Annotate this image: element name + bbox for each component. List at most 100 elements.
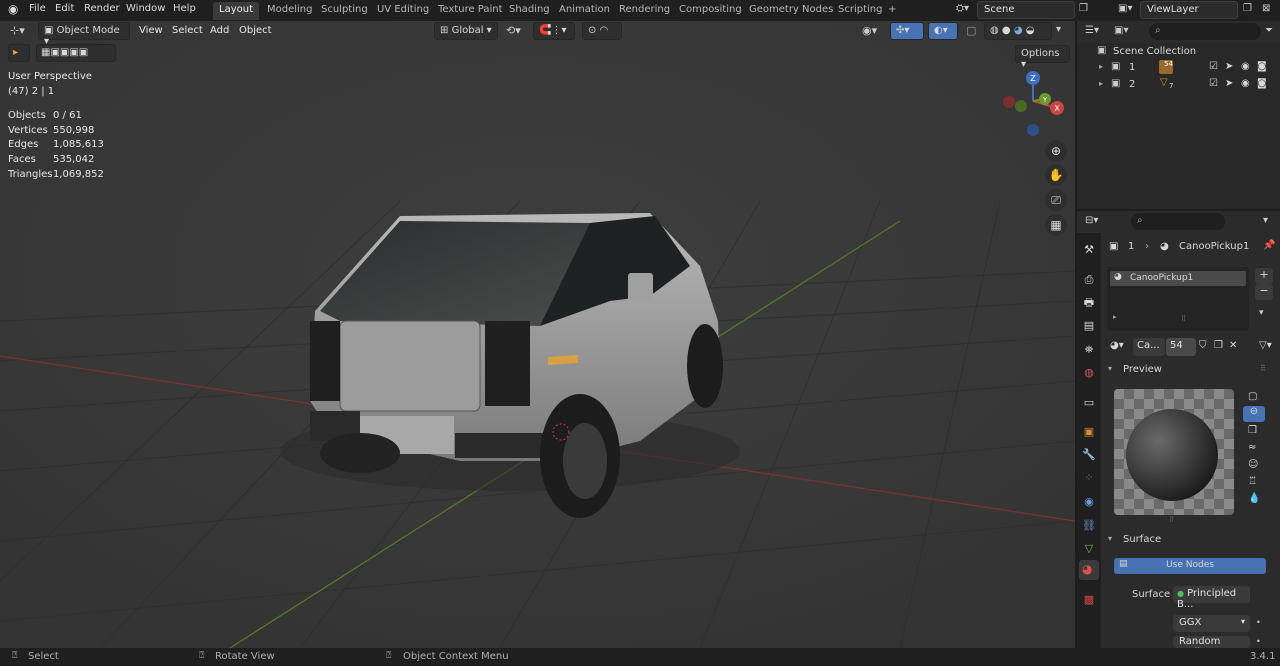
material-tab[interactable]: ◕	[1079, 560, 1099, 580]
expand-arrow-icon[interactable]: ▸	[1099, 62, 1103, 71]
tab-texture-paint[interactable]: Texture Paint	[432, 2, 509, 20]
view-layer-tab-icon[interactable]: ▤	[1082, 319, 1096, 333]
collection-tab-icon[interactable]: ▭	[1082, 396, 1096, 410]
scene-field[interactable]: Scene	[977, 1, 1075, 19]
subsurface-method-dropdown[interactable]: Random Walk	[1173, 636, 1250, 648]
menu-help[interactable]: Help	[173, 3, 196, 14]
editor-type-icon[interactable]: ⊹▾	[10, 24, 25, 37]
properties-dropdown-icon[interactable]: ▾	[1263, 215, 1268, 226]
socket-dot-icon[interactable]: •	[1256, 637, 1261, 646]
tab-modeling[interactable]: Modeling	[261, 2, 319, 20]
list-resize-handle[interactable]: ⠿	[1181, 315, 1186, 323]
select-arrow-icon[interactable]: ➤	[1225, 61, 1233, 72]
list-expand-icon[interactable]: ▸	[1113, 313, 1117, 321]
constraints-tab-icon[interactable]: ⛓	[1082, 519, 1096, 533]
tab-compositing[interactable]: Compositing	[673, 2, 748, 20]
menu-window[interactable]: Window	[126, 3, 165, 14]
menu-object[interactable]: Object	[239, 25, 272, 36]
user-count[interactable]: 54	[1166, 338, 1196, 356]
material-name-field[interactable]: Ca...	[1133, 338, 1165, 356]
navigation-gizmo[interactable]: Z X Y	[995, 66, 1070, 141]
mode-selector[interactable]: ▣ Object Mode ▾	[38, 22, 130, 47]
world-tab-icon[interactable]: ◍	[1082, 366, 1096, 380]
outliner-row[interactable]: ▸ ▣ 1 54 ☑ ➤ ◉ ◙	[1077, 60, 1280, 76]
use-nodes-button[interactable]: ▤ Use Nodes	[1114, 558, 1266, 574]
gizmo-toggle[interactable]: ✣▾	[890, 22, 924, 40]
checkbox-icon[interactable]: ☑	[1209, 78, 1218, 89]
shading-dropdown-icon[interactable]: ▾	[1056, 24, 1061, 35]
overlay-toggle[interactable]: ◐▾	[928, 22, 958, 40]
view-layer-field[interactable]: ViewLayer	[1140, 1, 1238, 19]
menu-select[interactable]: Select	[172, 25, 203, 36]
duplicate-material-icon[interactable]: ❐	[1214, 340, 1223, 351]
menu-render[interactable]: Render	[84, 3, 120, 14]
menu-add[interactable]: Add	[210, 25, 229, 36]
zoom-icon[interactable]: ⊕	[1045, 140, 1067, 162]
preview-sphere-icon[interactable]: ⊖	[1243, 406, 1265, 422]
perspective-grid-icon[interactable]: ▦	[1045, 214, 1067, 236]
visibility-icon[interactable]: ◉▾	[862, 24, 877, 37]
tab-geometry-nodes[interactable]: Geometry Nodes	[743, 2, 839, 20]
collapse-arrow-icon[interactable]: ▾	[1108, 364, 1112, 373]
display-mode-icon[interactable]: ▣▾	[1114, 25, 1128, 36]
tab-scripting[interactable]: Scripting	[832, 2, 888, 20]
add-workspace-button[interactable]: +	[882, 2, 902, 20]
checkbox-icon[interactable]: ☑	[1209, 61, 1218, 72]
tab-shading[interactable]: Shading	[503, 2, 556, 20]
surface-panel-header[interactable]: ▾ Surface	[1105, 533, 1277, 548]
physics-tab-icon[interactable]: ◉	[1082, 495, 1096, 509]
link-type-icon[interactable]: ▽▾	[1259, 340, 1272, 351]
tab-layout[interactable]: Layout	[213, 2, 259, 20]
menu-view[interactable]: View	[139, 25, 163, 36]
camera-render-icon[interactable]: ◙	[1257, 78, 1267, 89]
filter-icon[interactable]: ⏷	[1265, 25, 1273, 36]
properties-editor-type-icon[interactable]: ⊟▾	[1085, 215, 1098, 226]
scene-selector-icon[interactable]: ⛭▾	[956, 3, 969, 14]
fake-user-shield-icon[interactable]: ⛉	[1199, 340, 1207, 351]
transform-orientation-dropdown[interactable]: ⊞ Global ▾	[434, 22, 498, 40]
remove-view-layer-icon[interactable]: ⊠	[1262, 3, 1270, 14]
output-tab-icon[interactable]: 🖶	[1082, 296, 1096, 310]
snap-toggle[interactable]: 🧲⋮▾	[533, 22, 575, 40]
select-arrow-icon[interactable]: ➤	[1225, 78, 1233, 89]
blender-logo-icon[interactable]: ◉	[8, 2, 18, 16]
properties-search-input[interactable]: ⌕	[1131, 213, 1225, 230]
proportional-edit[interactable]: ⊙ ◠	[582, 22, 622, 40]
tool-tab-icon[interactable]: ⚒	[1082, 243, 1096, 257]
add-slot-button[interactable]: +	[1255, 268, 1273, 284]
preview-cloth-icon[interactable]: ♖	[1248, 476, 1257, 487]
scene-tab-icon[interactable]: ⛯	[1082, 343, 1096, 357]
unlink-material-icon[interactable]: ✕	[1229, 340, 1237, 351]
new-scene-icon[interactable]: ❐	[1079, 3, 1088, 14]
tab-rendering[interactable]: Rendering	[613, 2, 676, 20]
render-tab-icon[interactable]: ⎙	[1082, 273, 1096, 287]
surface-shader-field[interactable]: ● Principled B...	[1173, 586, 1250, 610]
panel-drag-handle[interactable]: ⠿	[1260, 364, 1266, 373]
preview-cube-icon[interactable]: ❒	[1248, 425, 1257, 436]
camera-view-icon[interactable]: ⎚	[1045, 189, 1067, 211]
tab-sculpting[interactable]: Sculpting	[315, 2, 374, 20]
pin-icon[interactable]: 📌	[1263, 240, 1275, 251]
shading-modes[interactable]: ◍ ● ◕ ◒	[984, 22, 1052, 40]
particles-tab-icon[interactable]: ⁘	[1082, 471, 1096, 485]
outliner-editor-type-icon[interactable]: ☰▾	[1085, 25, 1099, 36]
distribution-dropdown[interactable]: GGX ▾	[1173, 615, 1250, 632]
menu-edit[interactable]: Edit	[55, 3, 74, 14]
preview-resize-handle[interactable]: ⠿	[1169, 516, 1174, 524]
slot-specials-dropdown-icon[interactable]: ▾	[1259, 308, 1264, 318]
preview-shape-selector[interactable]: ▢ ⊖ ❒ ≈ ☺ ♖ 💧	[1243, 389, 1265, 507]
texture-tab-icon[interactable]: ▩	[1082, 593, 1096, 607]
outliner-search-input[interactable]: ⌕	[1149, 23, 1261, 40]
material-slot-item[interactable]: ◕ CanooPickup1	[1110, 271, 1246, 286]
scene-collection-label[interactable]: Scene Collection	[1113, 46, 1196, 57]
pivot-point-icon[interactable]: ⟲▾	[506, 24, 521, 37]
preview-flat-icon[interactable]: ▢	[1248, 391, 1257, 402]
preview-hair-icon[interactable]: ≈	[1248, 442, 1256, 453]
preview-panel-header[interactable]: ▾ Preview ⠿	[1105, 363, 1277, 378]
options-dropdown[interactable]: Options ▾	[1015, 45, 1070, 70]
modifier-wrench-icon[interactable]: 🔧	[1082, 448, 1096, 462]
preview-fluid-icon[interactable]: 💧	[1248, 493, 1260, 504]
tab-animation[interactable]: Animation	[553, 2, 616, 20]
select-tool-button[interactable]: ▸	[8, 44, 30, 62]
outliner-row[interactable]: ▸ ▣ 2 ▽ 7 ☑ ➤ ◉ ◙	[1077, 77, 1280, 93]
